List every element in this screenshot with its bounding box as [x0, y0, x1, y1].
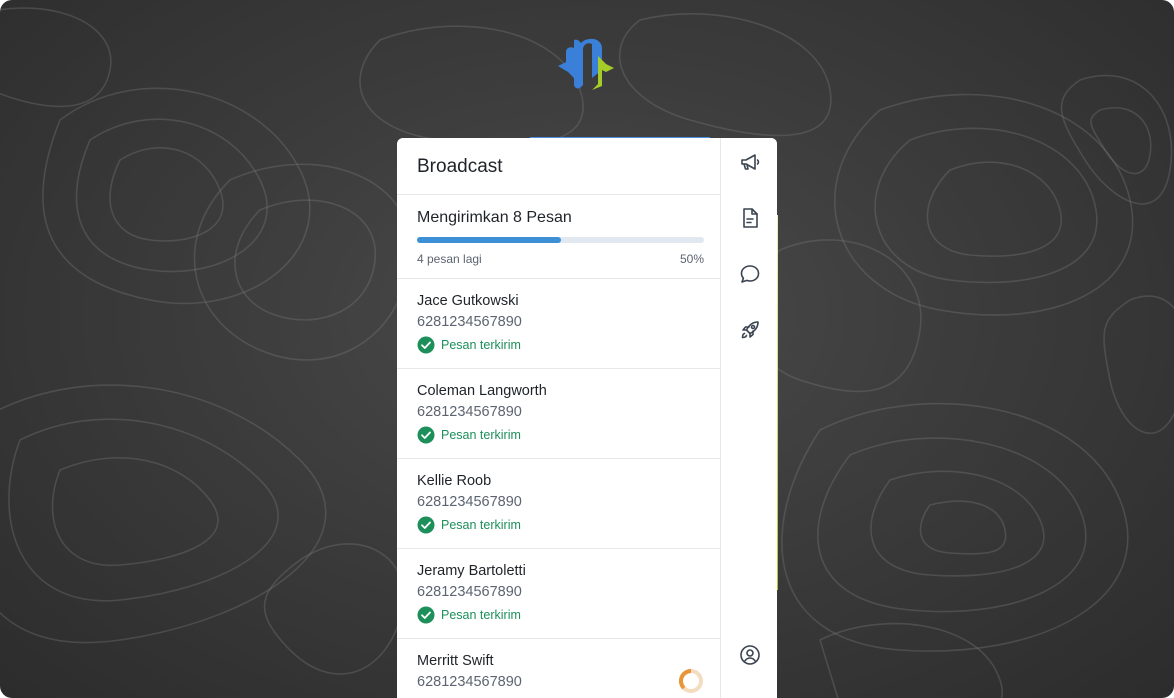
side-rail: [721, 138, 777, 698]
brand-logo: [558, 38, 614, 90]
remaining-count: 4 pesan lagi: [417, 252, 482, 266]
check-circle-icon: [417, 336, 435, 354]
progress-meta: 4 pesan lagi 50%: [417, 252, 704, 266]
status-label: Pesan terkirim: [441, 608, 521, 622]
page-title: Broadcast: [417, 156, 503, 177]
contact-name: Kellie Roob: [417, 473, 492, 489]
progress-bar: [417, 237, 704, 243]
contact-item[interactable]: Merritt Swift 6281234567890: [397, 639, 720, 698]
loading-spinner-icon: [678, 668, 703, 693]
contact-name: Coleman Langworth: [417, 383, 547, 399]
broadcast-panel: Broadcast Mengirimkan 8 Pesan 4 pesan la…: [397, 138, 777, 698]
contact-phone: 6281234567890: [417, 584, 522, 600]
status-label: Pesan terkirim: [441, 518, 521, 532]
contact-phone: 6281234567890: [417, 494, 522, 510]
megaphone-icon[interactable]: [738, 150, 762, 174]
contact-phone: 6281234567890: [417, 674, 522, 690]
status-label: Pesan terkirim: [441, 428, 521, 442]
check-circle-icon: [417, 606, 435, 624]
contact-item[interactable]: Jace Gutkowski 6281234567890 Pesan terki…: [397, 279, 720, 369]
send-progress: Mengirimkan 8 Pesan 4 pesan lagi 50%: [397, 195, 720, 279]
contact-item[interactable]: Coleman Langworth 6281234567890 Pesan te…: [397, 369, 720, 459]
status-sent: Pesan terkirim: [417, 606, 700, 624]
broadcast-main: Broadcast Mengirimkan 8 Pesan 4 pesan la…: [397, 138, 721, 698]
user-circle-icon[interactable]: [738, 643, 762, 667]
contact-phone: 6281234567890: [417, 314, 522, 330]
chat-icon[interactable]: [738, 262, 762, 286]
contact-name: Merritt Swift: [417, 653, 494, 669]
contact-phone: 6281234567890: [417, 404, 522, 420]
document-icon[interactable]: [738, 206, 762, 230]
contact-name: Jace Gutkowski: [417, 293, 519, 309]
status-sent: Pesan terkirim: [417, 516, 700, 534]
status-label: Pesan terkirim: [441, 338, 521, 352]
progress-percent: 50%: [679, 252, 704, 266]
progress-title: Mengirimkan 8 Pesan: [417, 209, 572, 226]
status-sent: Pesan terkirim: [417, 336, 700, 354]
progress-bar-fill: [417, 237, 561, 243]
contact-item[interactable]: Jeramy Bartoletti 6281234567890 Pesan te…: [397, 549, 720, 639]
check-circle-icon: [417, 426, 435, 444]
status-sent: Pesan terkirim: [417, 426, 700, 444]
app-window: Broadcast Mengirimkan 8 Pesan 4 pesan la…: [0, 0, 1174, 698]
rocket-icon[interactable]: [738, 318, 762, 342]
contact-name: Jeramy Bartoletti: [417, 563, 526, 579]
check-circle-icon: [417, 516, 435, 534]
panel-header: Broadcast: [397, 138, 720, 195]
contact-item[interactable]: Kellie Roob 6281234567890 Pesan terkirim: [397, 459, 720, 549]
